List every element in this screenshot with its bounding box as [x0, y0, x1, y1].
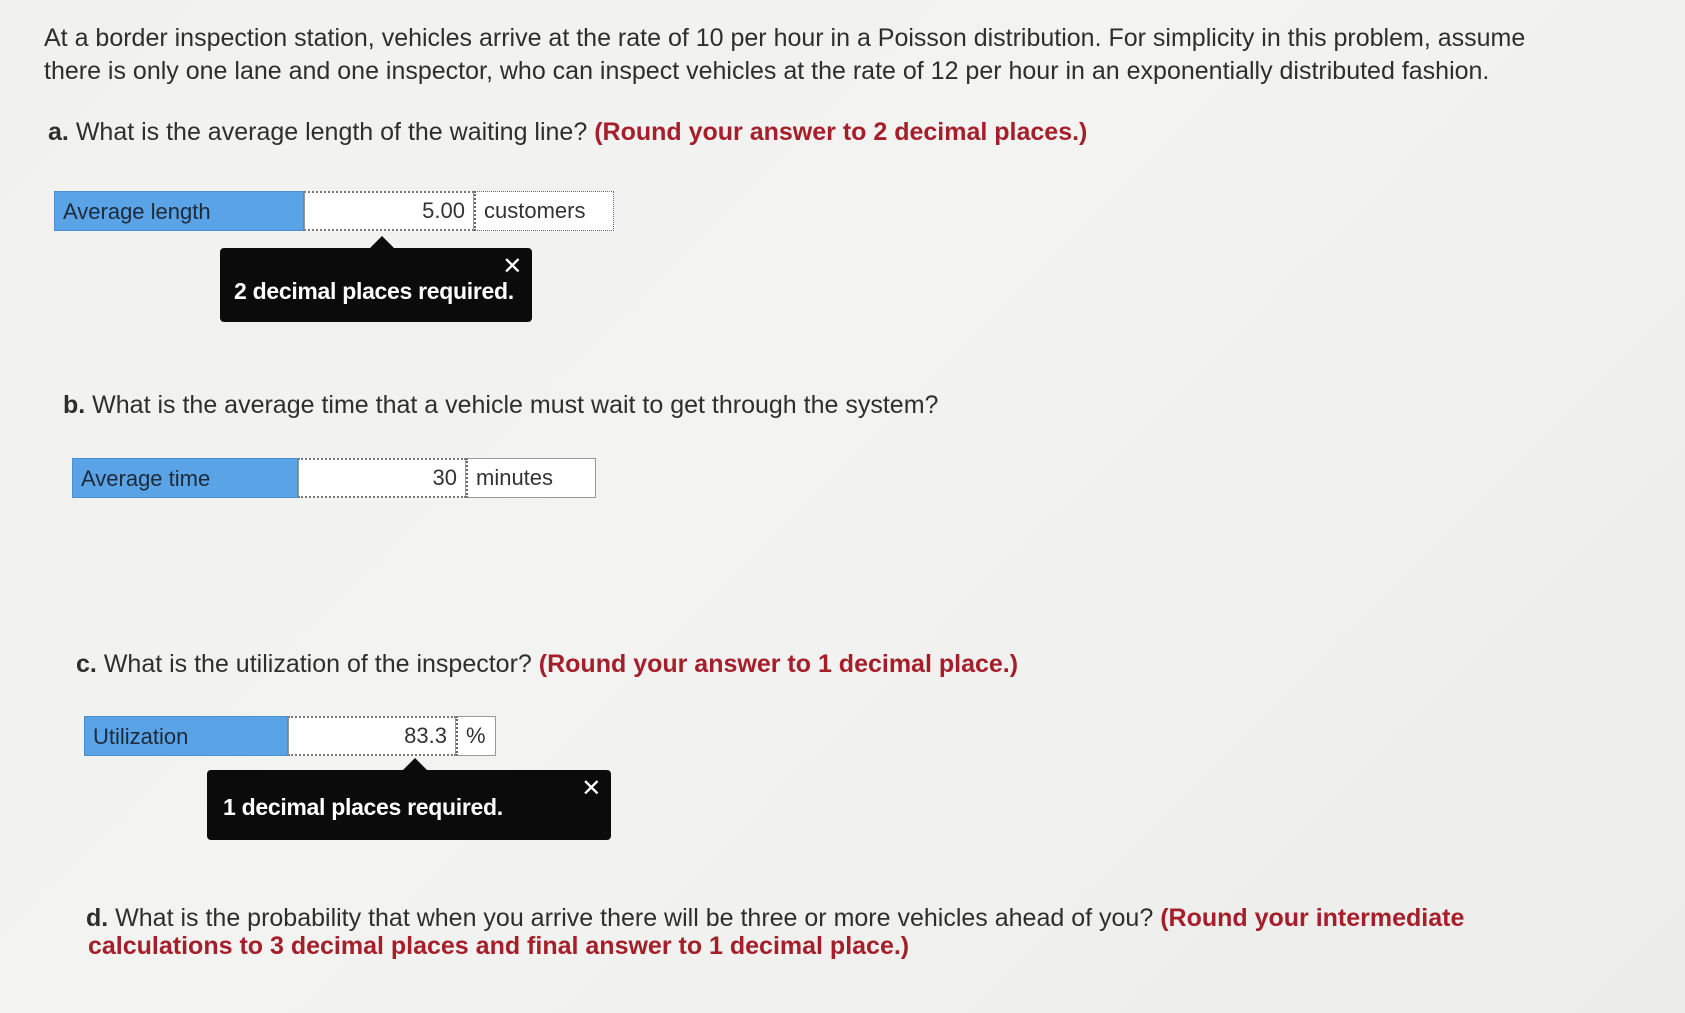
- question-c-text: What is the utilization of the inspector…: [103, 650, 532, 678]
- close-icon[interactable]: ✕: [502, 252, 522, 281]
- validation-message-a: 2 decimal places required.: [234, 278, 514, 304]
- average-length-unit: customers: [474, 191, 614, 231]
- question-c-letter: c.: [76, 650, 97, 678]
- utilization-unit: %: [456, 716, 496, 756]
- close-icon[interactable]: ✕: [581, 774, 601, 803]
- question-a-instruction: (Round your answer to 2 decimal places.): [594, 118, 1088, 146]
- answer-row-average-length: Average length 5.00 customers: [54, 191, 614, 231]
- question-b-letter: b.: [63, 391, 86, 419]
- question-a-letter: a.: [48, 118, 69, 146]
- tooltip-pointer: [370, 236, 394, 248]
- question-b-text: What is the average time that a vehicle …: [92, 391, 939, 419]
- tooltip-pointer: [403, 758, 427, 770]
- question-d-instruction-part-1: (Round your intermediate: [1160, 904, 1465, 932]
- question-c-instruction: (Round your answer to 1 decimal place.): [538, 650, 1019, 678]
- question-a: a. What is the average length of the wai…: [48, 116, 1087, 148]
- question-d-letter: d.: [86, 904, 109, 932]
- question-d-instruction-part-2: calculations to 3 decimal places and fin…: [88, 932, 910, 960]
- utilization-label: Utilization: [84, 716, 288, 756]
- average-length-input[interactable]: 5.00: [304, 191, 474, 231]
- question-a-text: What is the average length of the waitin…: [75, 118, 588, 146]
- average-time-input[interactable]: 30: [298, 458, 466, 498]
- validation-message-c: 1 decimal places required.: [223, 794, 503, 820]
- validation-tooltip-c: ✕ 1 decimal places required.: [207, 758, 611, 840]
- question-d-text: What is the probability that when you ar…: [115, 904, 1154, 932]
- problem-intro-line-1: At a border inspection station, vehicles…: [44, 24, 1526, 52]
- average-length-label: Average length: [54, 191, 304, 231]
- validation-tooltip-a: ✕ 2 decimal places required.: [220, 236, 532, 322]
- problem-intro-line-2: there is only one lane and one inspector…: [44, 57, 1490, 85]
- average-time-unit: minutes: [466, 458, 596, 498]
- utilization-input[interactable]: 83.3: [288, 716, 456, 756]
- answer-row-utilization: Utilization 83.3 %: [84, 716, 496, 756]
- average-time-label: Average time: [72, 458, 298, 498]
- question-b: b. What is the average time that a vehic…: [63, 389, 938, 421]
- question-c: c. What is the utilization of the inspec…: [76, 648, 1018, 680]
- answer-row-average-time: Average time 30 minutes: [72, 458, 596, 498]
